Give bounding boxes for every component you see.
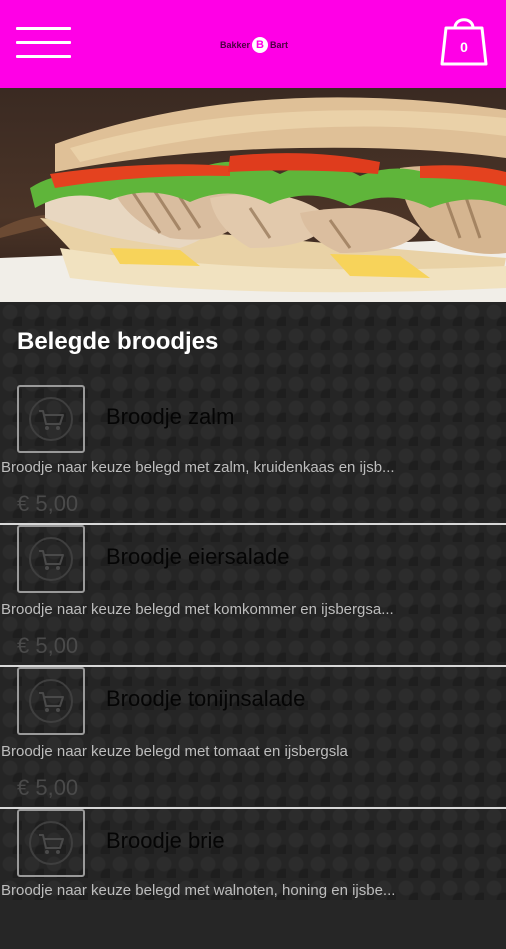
cart-icon <box>29 821 73 865</box>
product-list: Belegde broodjes Broodje zalm Broodje na… <box>0 302 506 900</box>
product-price: € 5,00 <box>17 491 79 516</box>
hero-sandwich-photo <box>0 88 506 302</box>
product-description: Broodje naar keuze belegd met walnoten, … <box>1 882 396 899</box>
logo-text-left: Bakker <box>219 40 250 50</box>
sandwich-illustration <box>0 97 506 302</box>
product-name: Broodje eiersalade <box>106 544 290 569</box>
product-name: Broodje brie <box>106 828 225 853</box>
product-price: € 5,00 <box>17 775 79 800</box>
logo-mark: B <box>252 37 268 53</box>
product-item[interactable]: Broodje eiersalade Broodje naar keuze be… <box>0 523 506 665</box>
product-thumbnail[interactable] <box>17 809 85 877</box>
product-name: Broodje tonijnsalade <box>106 686 306 711</box>
section-title: Belegde broodjes <box>17 328 219 355</box>
menu-line <box>16 55 71 58</box>
menu-line <box>16 41 71 44</box>
cart-count: 0 <box>460 39 468 55</box>
product-thumbnail[interactable] <box>17 667 85 735</box>
product-description: Broodje naar keuze belegd met zalm, krui… <box>1 459 395 476</box>
product-item[interactable]: Broodje zalm Broodje naar keuze belegd m… <box>0 383 506 525</box>
bakker-bart-logo[interactable]: Bakker B Bart <box>214 36 294 54</box>
product-name: Broodje zalm <box>106 404 235 429</box>
product-item[interactable]: Broodje brie Broodje naar keuze belegd m… <box>0 807 506 949</box>
logo-text-right: Bart <box>270 40 289 50</box>
product-description: Broodje naar keuze belegd met tomaat en … <box>1 743 348 760</box>
app-header: Bakker B Bart 0 <box>0 0 506 88</box>
product-price: € 5,00 <box>17 633 79 658</box>
cart-button[interactable]: 0 <box>440 14 488 68</box>
cart-icon <box>29 537 73 581</box>
menu-line <box>16 27 71 30</box>
cart-icon <box>29 397 73 441</box>
hamburger-menu-icon[interactable] <box>16 27 71 61</box>
product-description: Broodje naar keuze belegd met komkommer … <box>1 601 394 618</box>
product-item[interactable]: Broodje tonijnsalade Broodje naar keuze … <box>0 665 506 807</box>
cart-icon <box>29 679 73 723</box>
product-thumbnail[interactable] <box>17 385 85 453</box>
product-thumbnail[interactable] <box>17 525 85 593</box>
